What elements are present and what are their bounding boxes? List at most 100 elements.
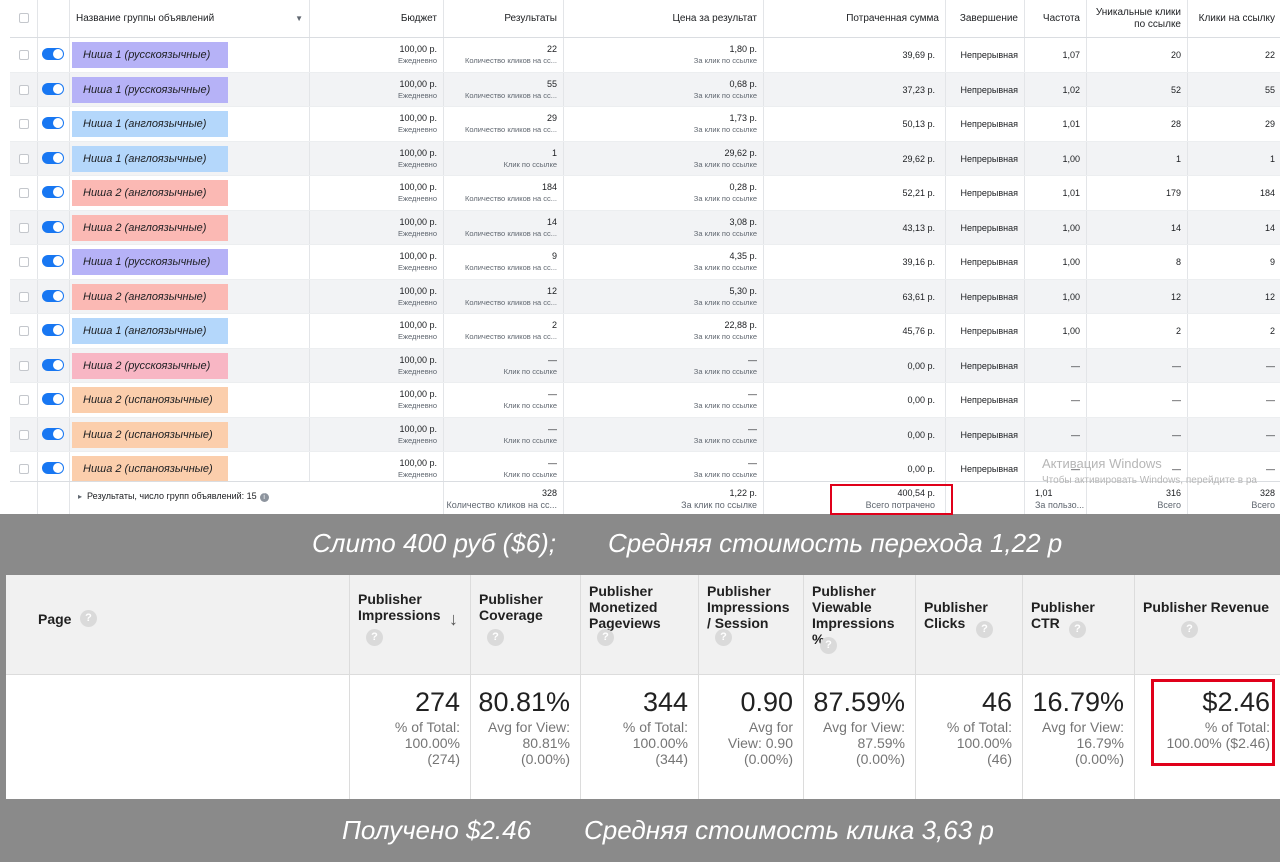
adset-toggle[interactable]	[42, 358, 64, 371]
adset-toggle[interactable]	[42, 289, 64, 302]
metric-subtext: % of Total: 100.00% (274)	[394, 719, 460, 767]
table-row[interactable]: Ниша 1 (англоязычные) 100,00 р. Ежедневно 1…	[10, 141, 1280, 176]
help-icon[interactable]: ?	[1181, 621, 1198, 638]
frequency-value: 1,00	[1062, 326, 1080, 336]
adset-name[interactable]: Ниша 2 (испаноязычные)	[72, 456, 228, 482]
header-publisher-viewable-impressions[interactable]: Publisher Viewable Impressions %?	[804, 575, 916, 675]
adset-toggle[interactable]	[42, 393, 64, 405]
table-row[interactable]: Ниша 2 (испаноязычные) 100,00 р. Ежедневно…	[10, 417, 1280, 452]
adset-name[interactable]: Ниша 1 (русскоязычные)	[72, 42, 228, 68]
help-icon[interactable]: ?	[715, 629, 732, 646]
row-checkbox[interactable]	[19, 360, 29, 371]
header-ends[interactable]: Завершение	[946, 0, 1025, 37]
row-checkbox[interactable]	[19, 50, 29, 60]
unique-clicks-value: 52	[1170, 84, 1181, 95]
results-value: 184	[541, 182, 557, 192]
help-icon[interactable]: ?	[487, 629, 504, 646]
sort-caret-icon[interactable]: ▼	[295, 13, 303, 25]
row-checkbox[interactable]	[19, 188, 29, 198]
header-publisher-impressions-session[interactable]: Publisher Impressions / Session?	[699, 575, 804, 675]
table-row[interactable]: Ниша 1 (англоязычные) 100,00 р. Ежедневно 2…	[10, 314, 1280, 349]
results-value: —	[548, 389, 557, 399]
table-row[interactable]: Ниша 2 (испаноязычные) 100,00 р. Ежедневно…	[10, 383, 1280, 418]
adset-toggle[interactable]	[42, 427, 64, 440]
adset-name[interactable]: Ниша 2 (испаноязычные)	[72, 387, 228, 413]
header-budget[interactable]: Бюджет	[310, 0, 444, 37]
ends-value: Непрерывная	[960, 291, 1019, 302]
row-checkbox[interactable]	[19, 84, 29, 95]
info-icon[interactable]: i	[259, 493, 269, 502]
header-publisher-monetized-pageviews[interactable]: Publisher Monetized Pageviews?	[581, 575, 699, 675]
header-results[interactable]: Результаты	[444, 0, 564, 37]
adset-toggle[interactable]	[42, 82, 64, 95]
help-icon[interactable]: ?	[1069, 621, 1086, 638]
header-amount-spent[interactable]: Потраченная сумма	[764, 0, 946, 37]
row-checkbox[interactable]	[19, 153, 29, 164]
spent-value: 43,13 р.	[902, 222, 935, 233]
unique-clicks-value: 2	[1175, 326, 1181, 336]
help-icon[interactable]: ?	[80, 610, 97, 627]
header-adset-name[interactable]: Название группы объявлений ▼	[70, 0, 310, 37]
help-icon[interactable]: ?	[597, 629, 614, 646]
row-checkbox[interactable]	[19, 291, 29, 302]
header-publisher-ctr[interactable]: Publisher CTR?	[1023, 575, 1135, 675]
adset-name[interactable]: Ниша 2 (русскоязычные)	[72, 352, 228, 379]
header-publisher-coverage[interactable]: Publisher Coverage?	[471, 575, 581, 675]
adset-name[interactable]: Ниша 1 (русскоязычные)	[72, 249, 228, 275]
help-icon[interactable]: ?	[976, 621, 993, 638]
table-row[interactable]: Ниша 1 (русскоязычные) 100,00 р. Ежедневно…	[10, 245, 1280, 280]
table-row[interactable]: Ниша 2 (англоязычные) 100,00 р. Ежедневно 1…	[10, 210, 1280, 245]
table-row[interactable]: Ниша 2 (англоязычные) 100,00 р. Ежедневно 1…	[10, 176, 1280, 211]
adset-name[interactable]: Ниша 1 (англоязычные)	[72, 111, 228, 137]
metric-cell: 46% of Total: 100.00% (46)	[916, 675, 1023, 799]
adset-toggle[interactable]	[42, 220, 64, 233]
row-checkbox[interactable]	[19, 257, 29, 267]
adset-name[interactable]: Ниша 2 (англоязычные)	[72, 283, 228, 310]
row-checkbox[interactable]	[19, 464, 29, 474]
unique-clicks-value: —	[1172, 395, 1181, 405]
cost-per-result-value: 0,28 р.	[729, 182, 757, 192]
metric-cell: 274% of Total: 100.00% (274)	[350, 675, 471, 799]
header-publisher-clicks[interactable]: Publisher Clicks?	[916, 575, 1023, 675]
row-checkbox[interactable]	[19, 222, 29, 233]
table-row[interactable]: Ниша 2 (русскоязычные) 100,00 р. Ежедневно…	[10, 348, 1280, 383]
help-icon[interactable]: ?	[366, 629, 383, 646]
adset-toggle[interactable]	[42, 255, 64, 267]
table-row[interactable]: Ниша 2 (англоязычные) 100,00 р. Ежедневно 1…	[10, 279, 1280, 314]
row-checkbox[interactable]	[19, 119, 29, 129]
frequency-value: —	[1071, 395, 1080, 405]
adset-toggle[interactable]	[42, 462, 64, 474]
adset-toggle[interactable]	[42, 48, 64, 60]
spent-value: 0,00 р.	[907, 464, 935, 474]
adset-name[interactable]: Ниша 1 (англоязычные)	[72, 145, 228, 172]
header-frequency[interactable]: Частота	[1025, 0, 1087, 37]
row-checkbox[interactable]	[19, 395, 29, 405]
select-all-checkbox[interactable]	[19, 13, 29, 23]
row-checkbox[interactable]	[19, 429, 29, 440]
help-icon[interactable]: ?	[820, 637, 837, 654]
header-publisher-revenue[interactable]: Publisher Revenue?	[1135, 575, 1280, 675]
adset-toggle[interactable]	[42, 117, 64, 129]
header-page[interactable]: Page ?	[6, 575, 350, 675]
table-row[interactable]: Ниша 1 (русскоязычные) 100,00 р. Ежедневно…	[10, 38, 1280, 73]
header-unique-link-clicks[interactable]: Уникальные клики по ссылке	[1087, 0, 1188, 37]
adset-toggle[interactable]	[42, 186, 64, 198]
adset-name[interactable]: Ниша 2 (англоязычные)	[72, 180, 228, 206]
adset-name[interactable]: Ниша 2 (испаноязычные)	[72, 421, 228, 448]
ends-value: Непрерывная	[960, 119, 1019, 129]
adset-name[interactable]: Ниша 1 (англоязычные)	[72, 318, 228, 344]
adset-toggle[interactable]	[42, 324, 64, 336]
table-row[interactable]: Ниша 1 (англоязычные) 100,00 р. Ежедневно 2…	[10, 107, 1280, 142]
expand-arrow-icon[interactable]: ▸	[78, 492, 82, 501]
header-cost-per-result[interactable]: Цена за результат	[564, 0, 764, 37]
budget-value: 100,00 р.	[399, 44, 437, 54]
sort-descending-icon[interactable]: ↓	[449, 609, 458, 630]
adset-toggle[interactable]	[42, 151, 64, 164]
adset-name[interactable]: Ниша 2 (англоязычные)	[72, 214, 228, 241]
header-link-clicks[interactable]: Клики на ссылку	[1188, 0, 1280, 37]
row-checkbox[interactable]	[19, 326, 29, 336]
spent-value: 52,21 р.	[902, 188, 935, 198]
adset-name[interactable]: Ниша 1 (русскоязычные)	[72, 76, 228, 103]
table-row[interactable]: Ниша 1 (русскоязычные) 100,00 р. Ежедневно…	[10, 72, 1280, 107]
unique-clicks-value: 20	[1170, 50, 1181, 60]
